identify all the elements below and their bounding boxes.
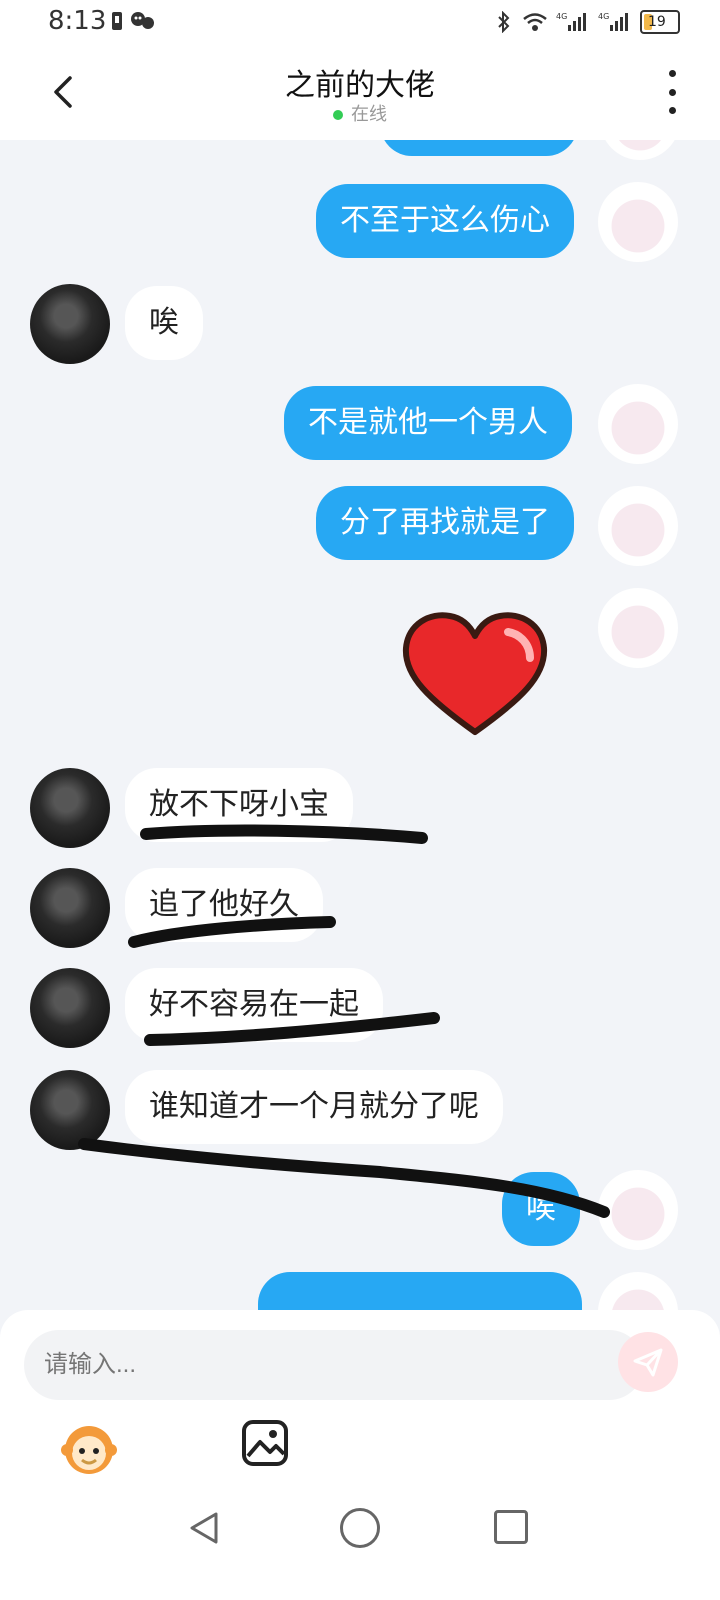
message-bubble-other[interactable]: 好不容易在一起 xyxy=(125,968,383,1042)
my-avatar[interactable] xyxy=(598,588,678,668)
status-right: 4G 4G 19 xyxy=(494,10,680,34)
message-list[interactable]: 不至于这么伤心 唉 不是就他一个男人 分了再找就是了 放不下呀小宝 追了他好久 … xyxy=(0,140,720,1310)
message-bubble-other[interactable]: 放不下呀小宝 xyxy=(125,768,353,842)
more-dot-icon xyxy=(668,70,676,77)
nav-recent-apps-icon[interactable] xyxy=(494,1510,528,1544)
more-dot-icon xyxy=(668,88,676,96)
contact-avatar[interactable] xyxy=(30,968,110,1048)
my-avatar[interactable] xyxy=(598,182,678,262)
message-input[interactable] xyxy=(24,1330,644,1400)
svg-text:4G: 4G xyxy=(598,12,609,21)
my-avatar[interactable] xyxy=(600,140,680,160)
online-status-label: 在线 xyxy=(351,104,387,125)
message-bubble-mine[interactable] xyxy=(380,140,578,156)
message-bubble-mine[interactable]: 不至于这么伤心 xyxy=(316,184,574,258)
more-dot-icon xyxy=(668,107,676,114)
heart-sticker-icon[interactable] xyxy=(400,610,550,740)
message-bubble-mine[interactable] xyxy=(258,1272,582,1310)
signal-icon-2: 4G xyxy=(598,12,628,31)
contact-avatar[interactable] xyxy=(30,284,110,364)
bluetooth-icon xyxy=(498,11,510,33)
my-avatar[interactable] xyxy=(598,486,678,566)
send-button[interactable] xyxy=(618,1332,678,1392)
contact-avatar[interactable] xyxy=(30,868,110,948)
svg-text:4G: 4G xyxy=(556,12,567,21)
status-time: 8:13 xyxy=(48,6,107,36)
contact-avatar[interactable] xyxy=(30,768,110,848)
image-icon[interactable] xyxy=(240,1418,290,1468)
message-bubble-mine[interactable]: 分了再找就是了 xyxy=(316,486,574,560)
status-bar: 8:13 4G 4G 19 xyxy=(0,0,720,44)
emoji-sticker-icon[interactable] xyxy=(60,1420,118,1478)
notification-icons xyxy=(110,10,160,36)
message-bubble-other[interactable]: 唉 xyxy=(125,286,203,360)
message-bubble-mine[interactable]: 唉 xyxy=(502,1172,580,1246)
message-bubble-mine[interactable]: 不是就他一个男人 xyxy=(284,386,572,460)
nav-home-icon[interactable] xyxy=(340,1508,380,1548)
my-avatar[interactable] xyxy=(598,1170,678,1250)
online-dot-icon xyxy=(333,110,343,120)
system-nav-bar xyxy=(0,1480,720,1600)
contact-name: 之前的大佬 xyxy=(285,68,435,103)
wifi-icon xyxy=(523,13,547,31)
message-bubble-other[interactable]: 追了他好久 xyxy=(125,868,323,942)
more-options-button[interactable] xyxy=(660,70,684,114)
battery-icon: 19 xyxy=(640,10,680,34)
signal-icon-1: 4G xyxy=(556,12,586,31)
online-status: 在线 xyxy=(0,100,720,126)
chat-header: 之前的大佬 在线 xyxy=(0,44,720,140)
my-avatar[interactable] xyxy=(598,1272,678,1310)
message-bubble-other[interactable]: 谁知道才一个月就分了呢 xyxy=(125,1070,503,1144)
battery-level: 19 xyxy=(648,14,666,30)
nav-back-icon[interactable] xyxy=(186,1510,222,1546)
send-icon xyxy=(633,1348,663,1377)
contact-avatar[interactable] xyxy=(30,1070,110,1150)
my-avatar[interactable] xyxy=(598,384,678,464)
